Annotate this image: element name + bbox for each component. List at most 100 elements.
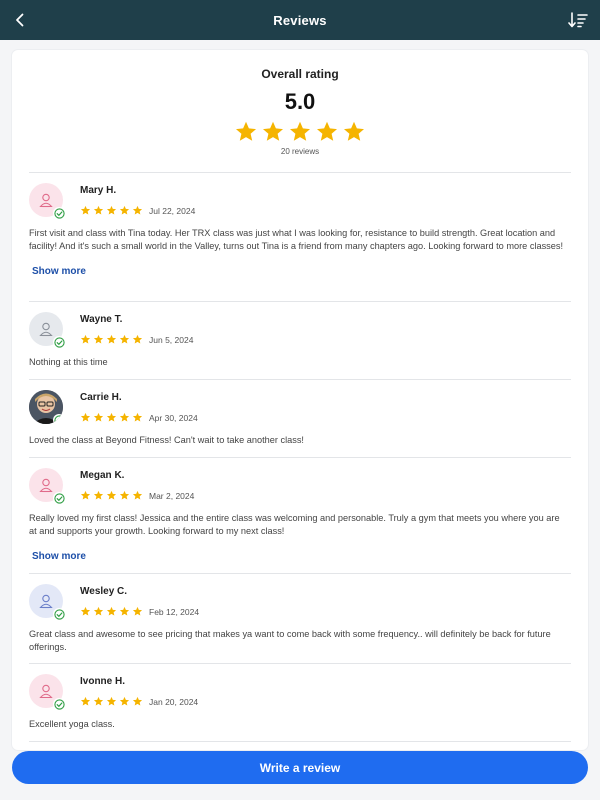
star-icon xyxy=(119,606,130,616)
star-icon xyxy=(106,696,117,706)
review-stars xyxy=(80,490,143,501)
verified-check-icon xyxy=(53,336,65,348)
review-item xyxy=(29,741,571,750)
review-stars xyxy=(80,334,143,345)
star-icon xyxy=(263,121,283,141)
review-date: Jun 5, 2024 xyxy=(149,334,194,345)
star-icon xyxy=(290,121,310,141)
review-text: Nothing at this time xyxy=(29,357,108,367)
reviewer-name: Wesley C. xyxy=(80,586,128,597)
review-stars xyxy=(80,696,143,707)
review-item: Carrie H. Apr 30, 2024 Loved the class a… xyxy=(29,379,571,457)
review-date: Apr 30, 2024 xyxy=(149,412,198,423)
review-text: First visit and class with Tina today. H… xyxy=(29,228,564,251)
star-icon xyxy=(132,205,143,215)
review-date: Jan 20, 2024 xyxy=(149,696,199,707)
overall-rating-label: Overall rating xyxy=(261,67,339,81)
review-date: Jul 22, 2024 xyxy=(149,205,196,216)
person-icon xyxy=(39,478,53,493)
sort-button[interactable] xyxy=(566,8,590,32)
review-text: Great class and awesome to see pricing t… xyxy=(29,629,551,652)
star-icon xyxy=(80,606,91,616)
star-icon xyxy=(80,696,91,706)
review-item: Mary H. Jul 22, 2024 First visit and cla… xyxy=(29,172,571,301)
review-date: Feb 12, 2024 xyxy=(149,606,200,617)
star-icon xyxy=(106,334,117,344)
star-icon xyxy=(344,121,364,141)
review-item: Wesley C. Feb 12, 2024 Great class and a… xyxy=(29,573,571,663)
star-icon xyxy=(93,205,104,215)
star-icon xyxy=(119,334,130,344)
reviewer-name: Mary H. xyxy=(80,185,117,196)
reviews-screen: Reviews Overall rating 5.0 20 reviews Ma… xyxy=(0,0,600,800)
avatar xyxy=(29,584,65,620)
rating-summary: Overall rating 5.0 20 reviews xyxy=(12,50,588,172)
star-icon xyxy=(93,334,104,344)
avatar xyxy=(29,312,65,348)
review-text: Really loved my first class! Jessica and… xyxy=(29,513,560,536)
star-icon xyxy=(106,205,117,215)
reviewer-name: Ivonne H. xyxy=(80,676,126,687)
person-icon xyxy=(39,684,53,699)
review-stars xyxy=(80,412,143,423)
star-icon xyxy=(132,490,143,500)
review-list: Mary H. Jul 22, 2024 First visit and cla… xyxy=(29,172,571,750)
person-icon xyxy=(39,193,53,208)
review-text: Excellent yoga class. xyxy=(29,719,115,729)
review-stars xyxy=(80,205,143,216)
verified-check-icon xyxy=(53,608,65,620)
page-title: Reviews xyxy=(273,12,327,28)
avatar xyxy=(29,674,65,710)
star-icon xyxy=(80,490,91,500)
overall-rating-stars xyxy=(12,120,588,144)
star-icon xyxy=(106,606,117,616)
star-icon xyxy=(106,412,117,422)
show-more-link[interactable]: Show more xyxy=(32,551,571,562)
star-icon xyxy=(93,490,104,500)
show-more-link[interactable]: Show more xyxy=(32,266,571,277)
review-count: 20 reviews xyxy=(280,147,320,156)
chevron-left-icon xyxy=(16,13,24,27)
star-icon xyxy=(80,412,91,422)
review-item: Ivonne H. Jan 20, 2024 Excellent yoga cl… xyxy=(29,663,571,741)
verified-check-icon xyxy=(53,698,65,710)
top-bar: Reviews xyxy=(0,0,600,40)
avatar xyxy=(29,390,63,424)
star-icon xyxy=(236,121,256,141)
star-icon xyxy=(132,334,143,344)
star-icon xyxy=(80,334,91,344)
review-item: Wayne T. Jun 5, 2024 Nothing at this tim… xyxy=(29,301,571,379)
person-icon xyxy=(39,322,53,337)
reviewer-name: Wayne T. xyxy=(80,314,123,325)
back-button[interactable] xyxy=(8,8,32,32)
review-text: Loved the class at Beyond Fitness! Can't… xyxy=(29,435,304,445)
star-icon xyxy=(132,696,143,706)
star-icon xyxy=(80,205,91,215)
reviewer-name: Carrie H. xyxy=(80,392,122,403)
star-icon xyxy=(93,606,104,616)
reviews-card: Overall rating 5.0 20 reviews Mary H. Ju… xyxy=(12,50,588,750)
verified-check-icon xyxy=(53,414,63,424)
star-icon xyxy=(132,606,143,616)
reviewer-name: Megan K. xyxy=(80,470,125,481)
star-icon xyxy=(106,490,117,500)
person-icon xyxy=(39,594,53,609)
star-icon xyxy=(93,412,104,422)
review-date: Mar 2, 2024 xyxy=(149,490,195,501)
star-icon xyxy=(93,696,104,706)
star-icon xyxy=(132,412,143,422)
star-icon xyxy=(119,696,130,706)
star-icon xyxy=(317,121,337,141)
verified-check-icon xyxy=(53,492,65,504)
star-icon xyxy=(119,490,130,500)
star-icon xyxy=(119,412,130,422)
sort-descending-icon xyxy=(568,12,588,28)
verified-check-icon xyxy=(53,207,65,219)
star-icon xyxy=(119,205,130,215)
review-item: Megan K. Mar 2, 2024 Really loved my fir… xyxy=(29,457,571,573)
overall-rating-score: 5.0 xyxy=(284,89,316,114)
avatar xyxy=(29,468,65,504)
avatar xyxy=(29,183,65,219)
write-review-button[interactable]: Write a review xyxy=(12,751,588,784)
review-stars xyxy=(80,606,143,617)
